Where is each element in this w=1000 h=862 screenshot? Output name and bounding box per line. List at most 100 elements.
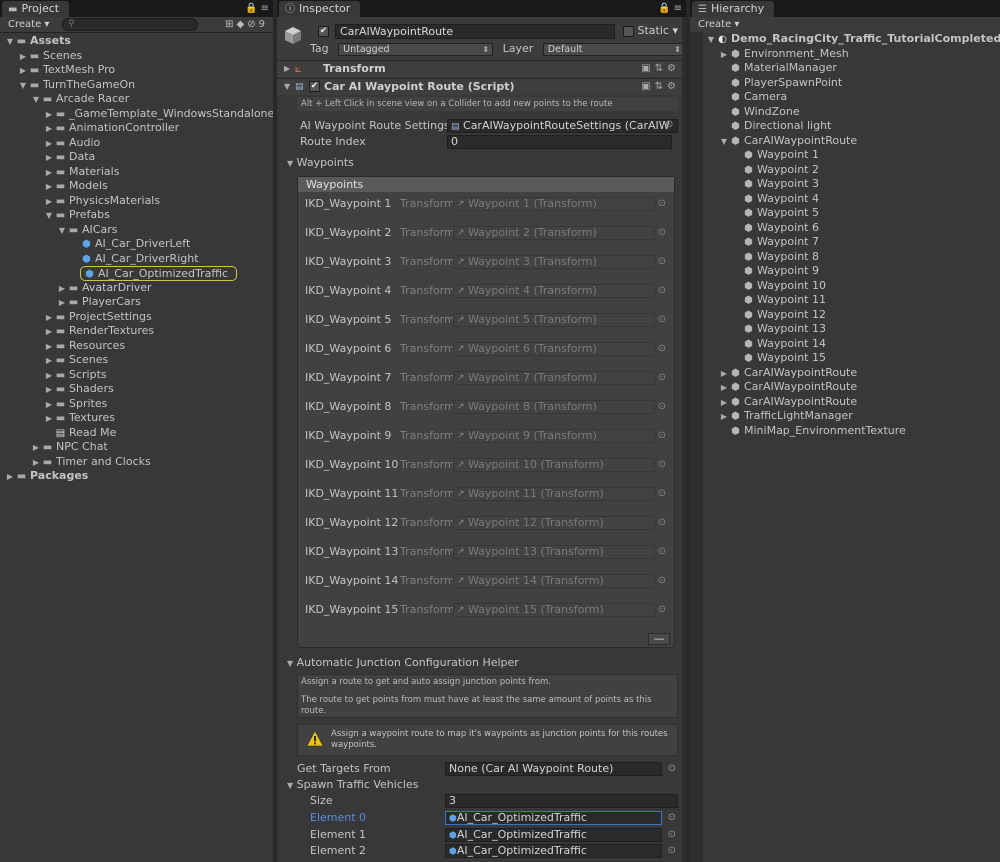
hierarchy-item[interactable]: ⬢ Waypoint 8 <box>690 250 1000 265</box>
expand-arrow-icon[interactable]: ▶ <box>719 381 729 396</box>
inspector-menu-icon[interactable]: 🔒 ≡ <box>658 1 682 17</box>
project-tree-item[interactable]: ▼ ▬ AICars <box>0 223 273 238</box>
get-targets-field[interactable]: None (Car AI Waypoint Route) <box>445 762 662 776</box>
hierarchy-item[interactable]: ⬢ WindZone <box>690 105 1000 120</box>
project-tree-item[interactable]: ▶ ▬ Packages <box>0 469 273 484</box>
object-picker-icon[interactable]: ⊙ <box>658 255 666 269</box>
transform-tools[interactable]: ▣⇅⚙ <box>641 61 680 77</box>
settings-field[interactable]: ▤ CarAIWaypointRouteSettings (CarAIW <box>447 119 678 133</box>
waypoint-object-field[interactable]: Waypoint 13 (Transform) <box>453 545 655 559</box>
transform-component-header[interactable]: ▶ ⟀ Transform ▣⇅⚙ <box>277 60 686 77</box>
expand-arrow-icon[interactable]: ▶ <box>44 340 54 355</box>
waypoint-object-field[interactable]: Waypoint 3 (Transform) <box>453 255 655 269</box>
project-tree-item[interactable]: ▶ ▬ Models <box>0 179 273 194</box>
script-enabled-checkbox[interactable]: ✔ <box>309 81 320 92</box>
expand-arrow-icon[interactable]: ▶ <box>719 48 729 63</box>
filter-label-icon[interactable]: ◆ <box>237 19 248 30</box>
waypoint-object-field[interactable]: Waypoint 15 (Transform) <box>453 603 655 617</box>
route-index-field[interactable]: 0 <box>447 135 672 149</box>
hierarchy-item[interactable]: ▶ ⬢ TrafficLightManager <box>690 409 1000 424</box>
hierarchy-create-button[interactable]: Create ▾ <box>694 18 743 32</box>
static-toggle[interactable]: Static ▾ <box>623 24 678 37</box>
object-picker-icon[interactable]: ⊙ <box>658 284 666 298</box>
expand-arrow-icon[interactable]: ▶ <box>44 383 54 398</box>
expand-arrow-icon[interactable]: ▼ <box>18 79 28 94</box>
project-tree-item[interactable]: ▶ ▬ Scenes <box>0 49 273 64</box>
inspector-scrollbar[interactable] <box>682 17 686 862</box>
project-tree-item[interactable]: ▶ ▬ ProjectSettings <box>0 310 273 325</box>
project-tree-item[interactable]: ▶ ▬ Scenes <box>0 353 273 368</box>
waypoint-object-field[interactable]: Waypoint 5 (Transform) <box>453 313 655 327</box>
expand-arrow-icon[interactable]: ▼ <box>719 135 729 150</box>
hierarchy-item[interactable]: ⬢ Waypoint 6 <box>690 221 1000 236</box>
project-tree-item[interactable]: ▶ ▬ Scripts <box>0 368 273 383</box>
element-picker-icon[interactable]: ⊙ <box>668 810 676 826</box>
expand-arrow-icon[interactable]: ▶ <box>44 325 54 340</box>
tag-dropdown[interactable]: Untagged <box>338 42 494 56</box>
project-tree-item[interactable]: ▶ ▬ NPC Chat <box>0 440 273 455</box>
project-tree-item[interactable]: ▶ ▬ Resources <box>0 339 273 354</box>
hierarchy-item[interactable]: ▼ ⬢ CarAIWaypointRoute <box>690 134 1000 149</box>
project-tree-item[interactable]: ▶ ▬ Materials <box>0 165 273 180</box>
waypoint-object-field[interactable]: Waypoint 9 (Transform) <box>453 429 655 443</box>
element-picker-icon[interactable]: ⊙ <box>668 843 676 859</box>
project-tree-item[interactable]: ▼ ▬ Arcade Racer <box>0 92 273 107</box>
waypoint-object-field[interactable]: Waypoint 2 (Transform) <box>453 226 655 240</box>
project-tree-item[interactable]: ▶ ▬ Textures <box>0 411 273 426</box>
expand-arrow-icon[interactable]: ▶ <box>719 367 729 382</box>
object-picker-icon[interactable]: ⊙ <box>658 371 666 385</box>
expand-arrow-icon[interactable]: ▼ <box>5 35 15 50</box>
script-tools[interactable]: ▣⇅⚙ <box>641 79 680 95</box>
waypoint-object-field[interactable]: Waypoint 11 (Transform) <box>453 487 655 501</box>
project-tree-item[interactable]: ▶ ▬ RenderTextures <box>0 324 273 339</box>
expand-arrow-icon[interactable]: ▶ <box>44 180 54 195</box>
expand-arrow-icon[interactable]: ▶ <box>44 108 54 123</box>
project-tree-item[interactable]: ⬢ AI_Car_DriverLeft <box>0 237 273 252</box>
tab-project[interactable]: ▬ Project <box>2 1 70 17</box>
tab-hierarchy[interactable]: ☰ Hierarchy <box>692 1 775 17</box>
waypoint-object-field[interactable]: Waypoint 14 (Transform) <box>453 574 655 588</box>
hierarchy-item[interactable]: ⬢ Waypoint 10 <box>690 279 1000 294</box>
project-tree-item[interactable]: ▶ ▬ _GameTemplate_WindowsStandalone <box>0 107 273 122</box>
search-input[interactable]: ⚲ <box>62 18 198 31</box>
object-picker-icon[interactable]: ⊙ <box>658 516 666 530</box>
create-button[interactable]: Create ▾ <box>4 18 53 32</box>
element-object-field[interactable]: ⬢AI_Car_OptimizedTraffic <box>445 827 662 842</box>
expand-arrow-icon[interactable]: ▶ <box>5 470 15 485</box>
hierarchy-item[interactable]: ▶ ⬢ CarAIWaypointRoute <box>690 395 1000 410</box>
script-component-header[interactable]: ▼ ▤ ✔ Car AI Waypoint Route (Script) ▣⇅⚙ <box>277 78 686 95</box>
hidden-packages-icon[interactable]: ⊘ <box>247 19 258 30</box>
expand-arrow-icon[interactable]: ▶ <box>44 122 54 137</box>
project-tree-item[interactable]: ▶ ▬ Shaders <box>0 382 273 397</box>
hierarchy-item[interactable]: ⬢ Waypoint 11 <box>690 293 1000 308</box>
project-tree-item[interactable]: ▼ ▬ Prefabs <box>0 208 273 223</box>
hierarchy-item[interactable]: ⬢ Waypoint 7 <box>690 235 1000 250</box>
expand-arrow-icon[interactable]: ▼ <box>706 33 716 48</box>
waypoint-object-field[interactable]: Waypoint 8 (Transform) <box>453 400 655 414</box>
expand-arrow-icon[interactable]: ▶ <box>18 50 28 65</box>
expand-arrow-icon[interactable]: ▶ <box>57 282 67 297</box>
tab-inspector[interactable]: ⓘ Inspector <box>279 1 361 17</box>
hierarchy-item[interactable]: ⬢ PlayerSpawnPoint <box>690 76 1000 91</box>
waypoint-object-field[interactable]: Waypoint 12 (Transform) <box>453 516 655 530</box>
object-picker-icon[interactable]: ⊙ <box>658 545 666 559</box>
element-object-field[interactable]: ⬢AI_Car_OptimizedTraffic <box>445 844 662 858</box>
object-picker-icon[interactable]: ⊙ <box>658 487 666 501</box>
junction-foldout[interactable]: ▼ Automatic Junction Configuration Helpe… <box>287 655 519 671</box>
project-tree-item[interactable]: ▶ ▬ TextMesh Pro <box>0 63 273 78</box>
active-checkbox[interactable]: ✔ <box>318 26 329 37</box>
waypoint-object-field[interactable]: Waypoint 7 (Transform) <box>453 371 655 385</box>
expand-arrow-icon[interactable]: ▶ <box>44 369 54 384</box>
remove-waypoint-button[interactable]: — <box>648 633 670 645</box>
project-tree-item[interactable]: ▶ ▬ AvatarDriver <box>0 281 273 296</box>
expand-arrow-icon[interactable]: ▶ <box>44 151 54 166</box>
hierarchy-item[interactable]: ⬢ Directional light <box>690 119 1000 134</box>
project-tree-item[interactable]: ▶ ▬ Sprites <box>0 397 273 412</box>
waypoints-foldout[interactable]: ▼ Waypoints <box>287 155 354 171</box>
hierarchy-item[interactable]: ⬢ Waypoint 3 <box>690 177 1000 192</box>
expand-arrow-icon[interactable]: ▶ <box>31 441 41 456</box>
filter-type-icon[interactable]: ⊞ <box>225 19 236 30</box>
tab-menu-icon[interactable]: 🔒 ≡ <box>245 1 269 17</box>
expand-arrow-icon[interactable]: ▶ <box>44 137 54 152</box>
project-tree-item[interactable]: ⬢ AI_Car_DriverRight <box>0 252 273 267</box>
